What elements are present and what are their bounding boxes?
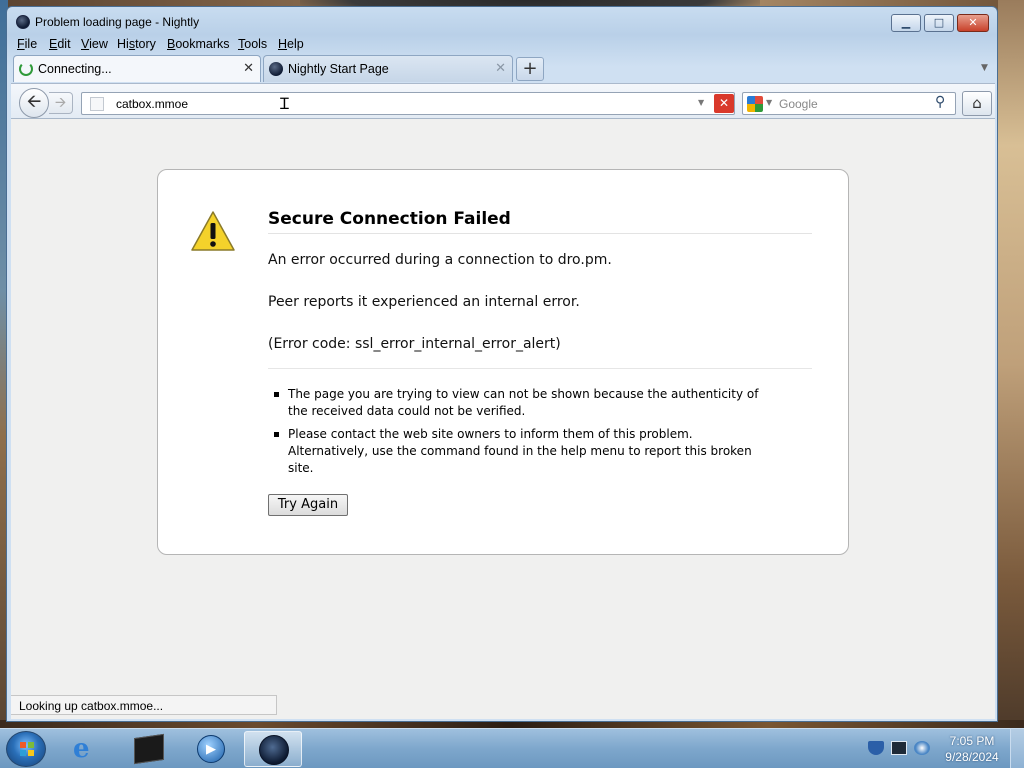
clock-date: 9/28/2024 xyxy=(945,750,999,764)
error-title: Secure Connection Failed xyxy=(268,209,812,234)
text-cursor-icon: Ɪ xyxy=(280,94,289,113)
warning-icon xyxy=(191,211,235,251)
error-message: An error occurred during a connection to… xyxy=(268,252,612,268)
start-button[interactable] xyxy=(6,731,46,767)
list-item: The page you are trying to view can not … xyxy=(274,386,774,420)
menu-help[interactable]: Help xyxy=(278,37,304,51)
nightly-icon xyxy=(259,735,289,765)
google-engine-icon[interactable] xyxy=(747,96,763,112)
search-input[interactable]: Google xyxy=(779,97,818,111)
close-window-button[interactable]: ✕ xyxy=(957,14,989,32)
internet-explorer-icon: e xyxy=(73,734,90,764)
menu-bar: File Edit View History Bookmarks Tools H… xyxy=(11,35,995,55)
taskbar: e ▶ 7:05 PM 9/28/2024 xyxy=(0,728,1024,768)
close-tab-icon[interactable]: ✕ xyxy=(243,60,254,76)
tab-strip: Connecting... ✕ Nightly Start Page ✕ + ▼ xyxy=(11,55,995,83)
minimize-button[interactable]: ▁ xyxy=(891,14,921,32)
show-desktop-button[interactable] xyxy=(1010,729,1024,768)
tab-label: Nightly Start Page xyxy=(288,62,389,76)
desktop-wallpaper-right xyxy=(998,0,1024,728)
search-magnifier-icon[interactable]: ⚲ xyxy=(935,94,945,110)
window-title: Problem loading page - Nightly xyxy=(35,15,200,29)
terminal-icon xyxy=(134,733,164,765)
error-explanation-list: The page you are trying to view can not … xyxy=(274,386,774,483)
back-button[interactable]: 🡨 xyxy=(19,88,49,118)
security-shield-icon[interactable] xyxy=(868,741,884,755)
taskbar-internet-explorer[interactable]: e xyxy=(58,731,116,767)
forward-button[interactable]: 🡪 xyxy=(49,92,73,114)
media-player-icon: ▶ xyxy=(197,735,225,763)
taskbar-nightly[interactable] xyxy=(244,731,302,767)
stop-button[interactable]: ✕ xyxy=(714,94,734,113)
browser-window: Problem loading page - Nightly ▁ □ ✕ Fil… xyxy=(6,6,998,722)
nightly-globe-icon xyxy=(269,62,283,76)
tab-label: Connecting... xyxy=(38,62,112,76)
close-tab-icon[interactable]: ✕ xyxy=(495,60,506,76)
taskbar-media-player[interactable]: ▶ xyxy=(182,731,240,767)
menu-history[interactable]: History xyxy=(117,37,156,51)
divider xyxy=(268,368,812,369)
clock-time: 7:05 PM xyxy=(949,734,995,748)
menu-edit[interactable]: Edit xyxy=(49,37,71,51)
error-code: (Error code: ssl_error_internal_error_al… xyxy=(268,336,561,352)
display-icon[interactable] xyxy=(891,741,907,755)
tab-connecting[interactable]: Connecting... ✕ xyxy=(13,55,261,82)
windows-logo-icon xyxy=(20,742,34,756)
error-panel: Secure Connection Failed An error occurr… xyxy=(157,169,849,555)
menu-file[interactable]: File xyxy=(17,37,37,51)
menu-bookmarks[interactable]: Bookmarks xyxy=(167,37,230,51)
tab-list-dropdown-icon[interactable]: ▼ xyxy=(981,63,988,73)
system-clock[interactable]: 7:05 PM 9/28/2024 xyxy=(940,733,1004,765)
title-bar[interactable]: Problem loading page - Nightly ▁ □ ✕ xyxy=(7,7,997,37)
menu-view[interactable]: View xyxy=(81,37,108,51)
search-engine-dropdown-icon[interactable]: ▼ xyxy=(766,98,772,107)
menu-tools[interactable]: Tools xyxy=(238,37,267,51)
search-bar[interactable]: ▼ Google ⚲ xyxy=(742,92,956,115)
maximize-button[interactable]: □ xyxy=(924,14,954,32)
try-again-button[interactable]: Try Again xyxy=(268,494,348,516)
tab-nightly-start-page[interactable]: Nightly Start Page ✕ xyxy=(263,55,513,82)
address-bar[interactable]: catbox.mmoe ▼ ✕ xyxy=(81,92,735,115)
page-content: Secure Connection Failed An error occurr… xyxy=(11,119,995,719)
navigation-toolbar: 🡨 🡪 catbox.mmoe ▼ ✕ ▼ Google ⚲ ⌂ xyxy=(11,83,995,119)
nightly-app-icon xyxy=(16,15,30,29)
page-favicon-icon xyxy=(90,97,104,111)
loading-spinner-icon xyxy=(19,62,33,76)
url-text[interactable]: catbox.mmoe xyxy=(116,97,188,111)
network-icon[interactable] xyxy=(914,741,930,755)
new-tab-button[interactable]: + xyxy=(516,57,544,81)
url-history-dropdown-icon[interactable]: ▼ xyxy=(698,98,704,107)
list-item: Please contact the web site owners to in… xyxy=(274,426,774,477)
status-bar: Looking up catbox.mmoe... xyxy=(11,695,277,715)
taskbar-terminal[interactable] xyxy=(120,731,178,767)
home-button[interactable]: ⌂ xyxy=(962,91,992,116)
error-detail: Peer reports it experienced an internal … xyxy=(268,294,580,310)
